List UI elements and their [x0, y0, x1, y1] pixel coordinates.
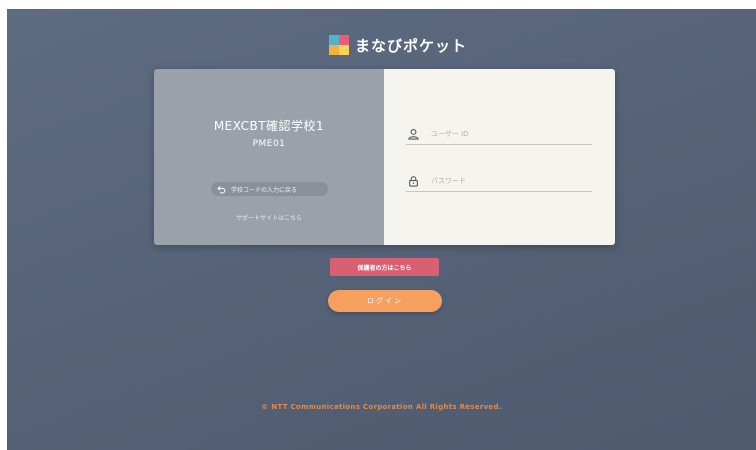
lock-icon — [409, 175, 418, 187]
copyright-footer: © NTT Communications Corporation All Rig… — [261, 403, 502, 411]
back-to-school-code-button[interactable]: 学校コードの入力に戻る — [211, 182, 328, 196]
password-field — [406, 170, 592, 192]
support-site-link[interactable]: サポートサイトはこちら — [154, 213, 384, 222]
school-info-panel: MEXCBT確認学校1 PME01 学校コードの入力に戻る サポートサイトはこち… — [154, 69, 384, 245]
back-arrow-icon — [217, 185, 226, 193]
app-logo: まなびポケット — [329, 33, 467, 57]
login-card: MEXCBT確認学校1 PME01 学校コードの入力に戻る サポートサイトはこち… — [154, 69, 615, 245]
school-name: MEXCBT確認学校1 — [213, 119, 325, 133]
user-id-field — [406, 123, 592, 145]
login-button[interactable]: ログイン — [328, 290, 442, 312]
logo-mark-icon — [329, 35, 349, 55]
password-input[interactable] — [431, 176, 581, 185]
login-page-background: まなびポケット MEXCBT確認学校1 PME01 学校コードの入力に戻る サポ… — [7, 9, 756, 450]
user-id-input[interactable] — [431, 129, 581, 138]
user-icon — [408, 128, 419, 140]
logo-text: まなびポケット — [355, 36, 468, 55]
guardian-login-button[interactable]: 保護者の方はこちら — [330, 258, 439, 276]
school-code: PME01 — [252, 139, 286, 149]
back-button-label: 学校コードの入力に戻る — [231, 186, 298, 194]
credentials-panel — [384, 69, 615, 245]
